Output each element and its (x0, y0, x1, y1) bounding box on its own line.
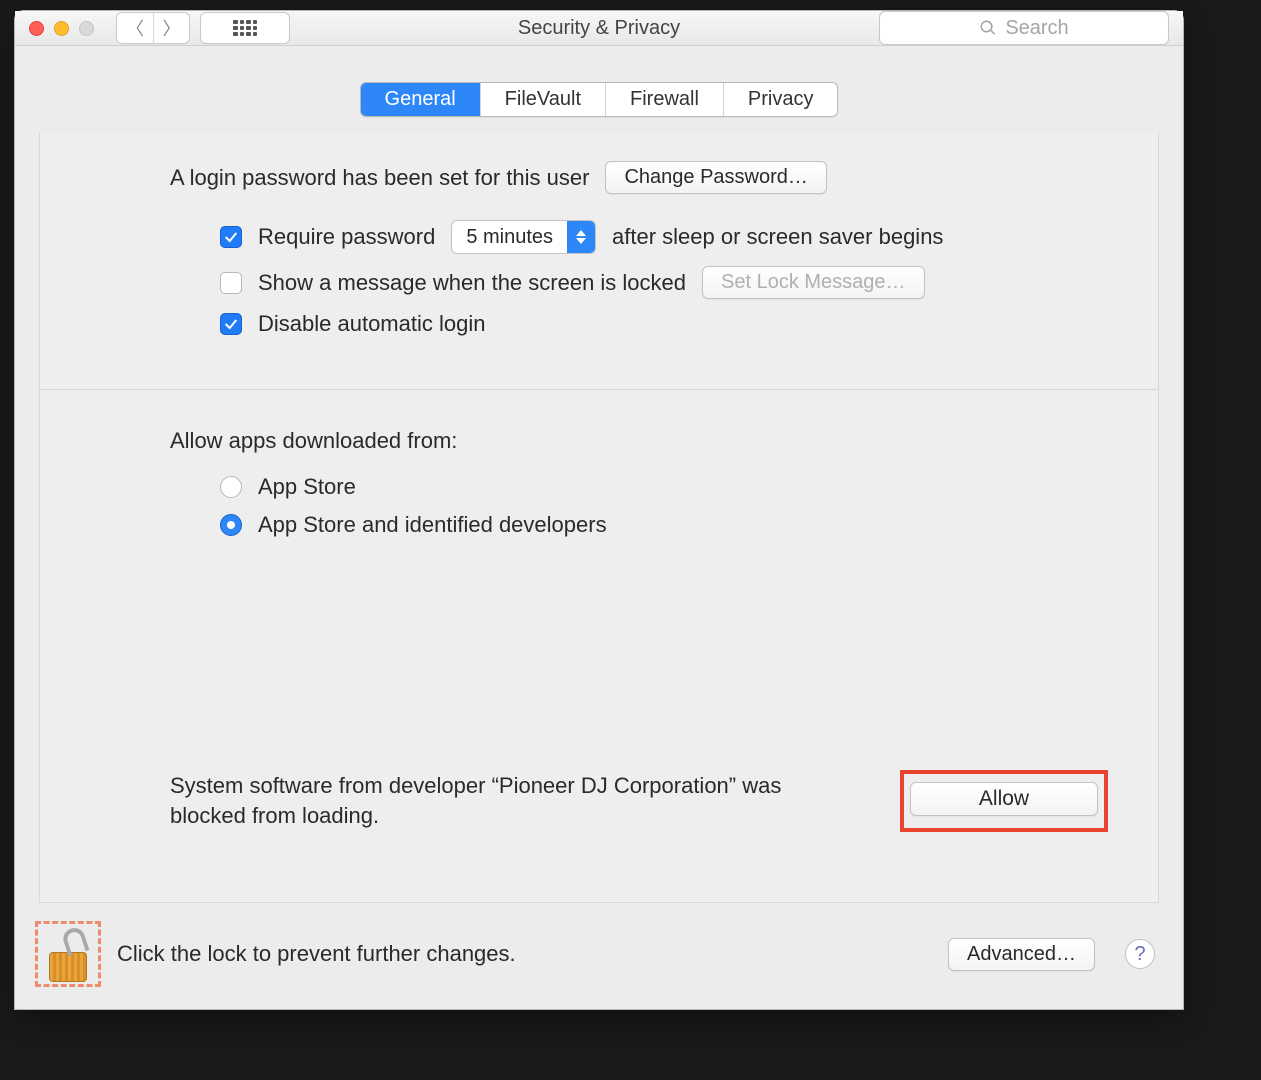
allow-button[interactable]: Allow (910, 782, 1098, 816)
delay-value: 5 minutes (452, 226, 567, 249)
grid-icon (233, 20, 257, 36)
search-placeholder: Search (1005, 17, 1068, 40)
traffic-lights (29, 21, 94, 36)
lock-highlight (35, 921, 101, 987)
footer: Click the lock to prevent further change… (15, 903, 1183, 1009)
blocked-software-message: System software from developer “Pioneer … (170, 771, 810, 830)
radio-app-store-identified[interactable] (220, 514, 242, 536)
require-password-checkbox[interactable] (220, 226, 242, 248)
section-divider (40, 389, 1158, 390)
help-button[interactable]: ? (1125, 939, 1155, 969)
tab-general[interactable]: General (361, 83, 480, 116)
blocked-software-row: System software from developer “Pioneer … (170, 770, 1108, 832)
allow-highlight: Allow (900, 770, 1108, 832)
titlebar: 〈 〉 Security & Privacy Search (15, 11, 1183, 46)
general-pane: A login password has been set for this u… (39, 133, 1159, 903)
nav-history: 〈 〉 (116, 12, 190, 44)
radio-app-store-label: App Store (258, 474, 356, 500)
show-message-row: Show a message when the screen is locked… (40, 266, 1158, 299)
preferences-window: 〈 〉 Security & Privacy Search General Fi… (14, 10, 1184, 1010)
require-password-label: Require password (258, 224, 435, 250)
lock-button[interactable] (40, 926, 96, 982)
tab-privacy[interactable]: Privacy (723, 83, 838, 116)
change-password-button[interactable]: Change Password… (605, 161, 826, 194)
allow-apps-section-label: Allow apps downloaded from: (40, 428, 1158, 454)
tabs: General FileVault Firewall Privacy (360, 82, 839, 117)
require-password-delay-select[interactable]: 5 minutes (451, 220, 596, 254)
tab-filevault[interactable]: FileVault (480, 83, 605, 116)
radio-identified-row: App Store and identified developers (40, 512, 1158, 538)
search-field[interactable]: Search (879, 11, 1169, 45)
delay-suffix: after sleep or screen saver begins (612, 224, 943, 250)
tabs-row: General FileVault Firewall Privacy (15, 46, 1183, 117)
minimize-window-button[interactable] (54, 21, 69, 36)
radio-app-store[interactable] (220, 476, 242, 498)
zoom-window-button (79, 21, 94, 36)
chevron-left-icon: 〈 (126, 19, 144, 39)
tab-firewall[interactable]: Firewall (605, 83, 723, 116)
login-password-row: A login password has been set for this u… (40, 161, 1158, 194)
close-window-button[interactable] (29, 21, 44, 36)
check-icon (223, 229, 239, 245)
require-password-row: Require password 5 minutes after sleep o… (40, 220, 1158, 254)
set-lock-message-button: Set Lock Message… (702, 266, 925, 299)
back-button[interactable]: 〈 (117, 13, 153, 43)
lock-text: Click the lock to prevent further change… (117, 941, 516, 967)
advanced-button[interactable]: Advanced… (948, 938, 1095, 971)
stepper-icon (567, 221, 595, 253)
help-icon: ? (1134, 943, 1145, 965)
search-icon (979, 19, 997, 37)
forward-button[interactable]: 〉 (153, 13, 189, 43)
disable-auto-login-checkbox[interactable] (220, 313, 242, 335)
radio-identified-label: App Store and identified developers (258, 512, 607, 538)
check-icon (223, 316, 239, 332)
show-message-label: Show a message when the screen is locked (258, 270, 686, 296)
show-message-checkbox[interactable] (220, 272, 242, 294)
disable-auto-login-row: Disable automatic login (40, 311, 1158, 337)
disable-auto-login-label: Disable automatic login (258, 311, 485, 337)
radio-app-store-row: App Store (40, 474, 1158, 500)
show-all-button[interactable] (200, 12, 290, 44)
chevron-right-icon: 〉 (163, 19, 181, 39)
login-password-label: A login password has been set for this u… (170, 165, 589, 191)
